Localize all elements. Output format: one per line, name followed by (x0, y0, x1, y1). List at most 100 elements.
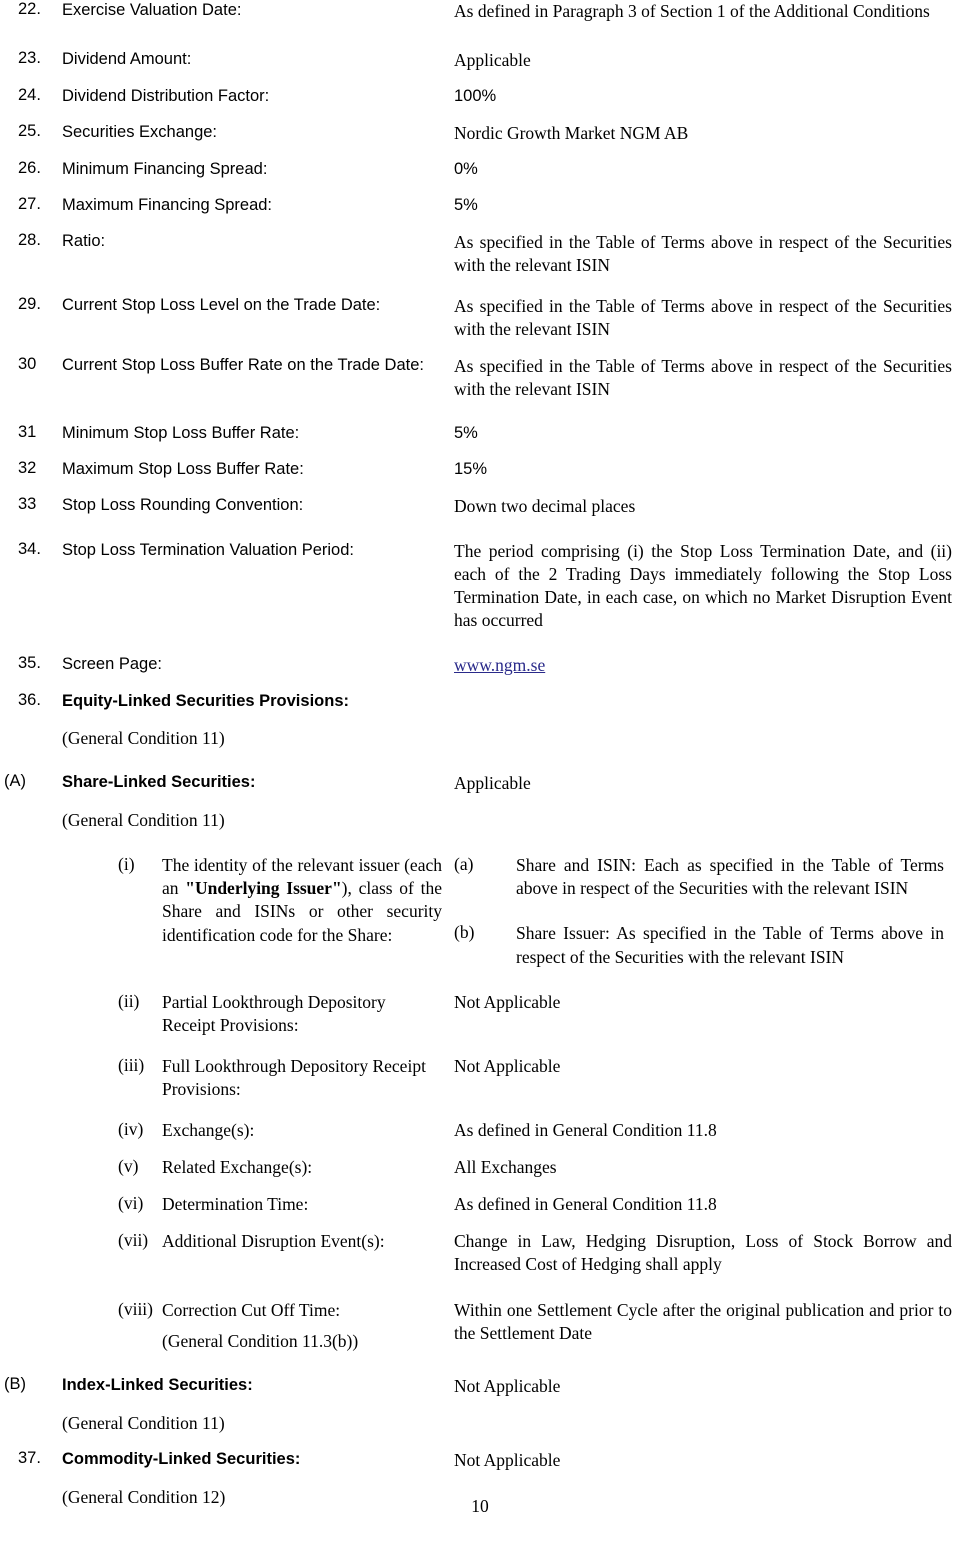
term-label: Current Stop Loss Level on the Trade Dat… (62, 295, 381, 314)
sub-term-value: Not Applicable (454, 991, 561, 1012)
equity-section-condition-row: (General Condition 11) (0, 727, 960, 750)
share-linked-value: Applicable (454, 773, 531, 794)
equity-section-heading-row: 36. Equity-Linked Securities Provisions: (0, 691, 960, 713)
term-value: 15% (454, 459, 488, 478)
section-number: 36. (18, 691, 41, 710)
sub-term-row: (i) The identity of the relevant issuer … (0, 854, 960, 968)
sub-term-label: The identity of the relevant issuer (eac… (162, 854, 454, 946)
term-value: 5% (454, 195, 478, 214)
screen-page-link[interactable]: www.ngm.se (454, 655, 545, 675)
share-linked-condition-row: (General Condition 11) (0, 809, 960, 832)
sub-term-value: As defined in General Condition 11.8 (454, 1120, 717, 1141)
sub-value-text: Share and ISIN: Each as specified in the… (516, 855, 944, 899)
term-row: 31 Minimum Stop Loss Buffer Rate: 5% (0, 423, 960, 445)
term-label: Minimum Financing Spread: (62, 160, 268, 179)
sub-term-number: (vii) (118, 1230, 149, 1251)
term-row: 33 Stop Loss Rounding Convention: Down t… (0, 495, 960, 518)
sub-value-row: (a) Share and ISIN: Each as specified in… (454, 854, 952, 900)
sub-term-row: (iii) Full Lookthrough Depository Receip… (0, 1055, 960, 1101)
page-number: 10 (471, 1496, 489, 1516)
term-row: 35. Screen Page: www.ngm.se (0, 654, 960, 677)
general-condition-ref: (General Condition 11) (62, 1412, 225, 1433)
term-number: 24. (18, 86, 41, 105)
term-value: 100% (454, 87, 497, 106)
term-value: Nordic Growth Market NGM AB (454, 122, 689, 143)
sub-term-label: Determination Time: (162, 1194, 309, 1215)
sub-term-label: Exchange(s): (162, 1120, 255, 1141)
sub-term-label: Related Exchange(s): (162, 1157, 313, 1178)
term-value: As specified in the Table of Terms above… (454, 295, 952, 339)
sub-term-row: (iv) Exchange(s): As defined in General … (0, 1119, 960, 1142)
sub-term-row: (vii) Additional Disruption Event(s): Ch… (0, 1230, 960, 1276)
term-number: 30 (18, 354, 37, 373)
term-value: Applicable (454, 50, 531, 71)
term-number: 28. (18, 230, 41, 249)
sub-term-value: Within one Settlement Cycle after the or… (454, 1299, 952, 1343)
term-row: 24. Dividend Distribution Factor: 100% (0, 86, 960, 108)
share-linked-alpha: (A) (4, 772, 26, 791)
sub-term-label: Partial Lookthrough Depository Receipt P… (162, 991, 386, 1035)
term-value: As defined in Paragraph 3 of Section 1 o… (454, 1, 930, 21)
sub-term-row: (v) Related Exchange(s): All Exchanges (0, 1156, 960, 1179)
index-linked-title: Index-Linked Securities: (62, 1375, 253, 1394)
sub-term-row: (vi) Determination Time: As defined in G… (0, 1193, 960, 1216)
term-label: Dividend Amount: (62, 50, 192, 69)
sub-term-number: (iii) (118, 1054, 145, 1075)
term-number: 22. (18, 0, 41, 18)
index-linked-alpha: (B) (4, 1374, 26, 1393)
sub-value-alpha: (b) (454, 922, 475, 943)
term-label: Stop Loss Termination Valuation Period: (62, 540, 354, 559)
sub-value-alpha: (a) (454, 854, 474, 875)
term-value: Down two decimal places (454, 495, 636, 516)
term-label: Screen Page: (62, 655, 162, 674)
sub-value-text: Share Issuer: As specified in the Table … (516, 923, 944, 967)
document-page: 22. Exercise Valuation Date: As defined … (0, 0, 960, 1541)
term-row: 23. Dividend Amount: Applicable (0, 49, 960, 72)
section-number: 37. (18, 1448, 41, 1467)
term-row: 27. Maximum Financing Spread: 5% (0, 195, 960, 217)
term-value: The period comprising (i) the Stop Loss … (454, 540, 952, 631)
term-label: Maximum Stop Loss Buffer Rate: (62, 459, 304, 478)
share-linked-heading-row: (A) Share-Linked Securities: Applicable (0, 772, 960, 795)
sub-term-value: All Exchanges (454, 1157, 557, 1178)
underlying-issuer-term: "Underlying Issuer" (185, 878, 342, 899)
index-linked-heading-row: (B) Index-Linked Securities: Not Applica… (0, 1375, 960, 1398)
term-number: 35. (18, 654, 41, 673)
term-number: 26. (18, 159, 41, 178)
term-value: 0% (454, 160, 478, 179)
term-label: Stop Loss Rounding Convention: (62, 495, 304, 514)
commodity-section-heading-row: 37. Commodity-Linked Securities: Not App… (0, 1449, 960, 1472)
term-row: 30 Current Stop Loss Buffer Rate on the … (0, 355, 960, 401)
sub-term-number: (v) (118, 1156, 139, 1177)
term-row: 22. Exercise Valuation Date: As defined … (0, 0, 960, 23)
index-linked-condition-row: (General Condition 11) (0, 1412, 960, 1435)
sub-term-number: (viii) (118, 1298, 153, 1319)
commodity-value: Not Applicable (454, 1449, 561, 1470)
term-number: 23. (18, 49, 41, 68)
term-row: 26. Minimum Financing Spread: 0% (0, 159, 960, 181)
term-number: 27. (18, 194, 41, 213)
term-row: 28. Ratio: As specified in the Table of … (0, 231, 960, 277)
term-label: Maximum Financing Spread: (62, 195, 273, 214)
